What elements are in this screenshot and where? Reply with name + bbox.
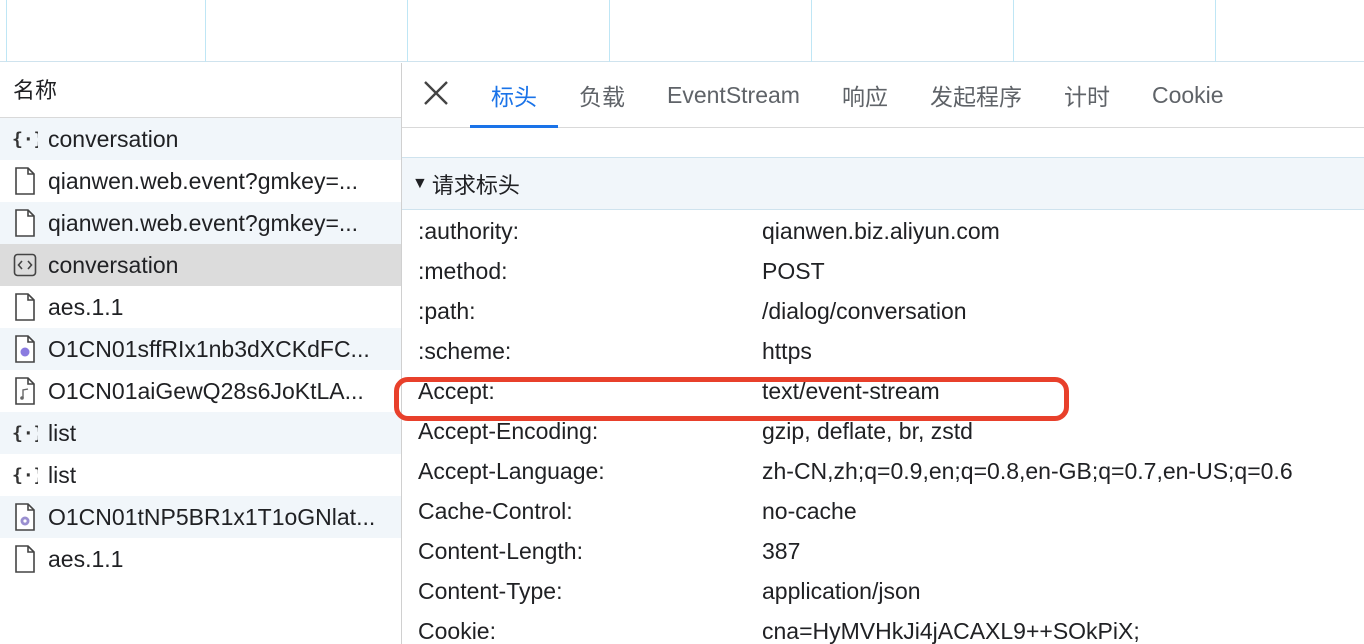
request-name: O1CN01tNP5BR1x1T1oGNlat... [48,503,376,530]
tab-response[interactable]: 响应 [821,63,909,128]
header-row: Accept-Language: zh-CN,zh;q=0.9,en;q=0.8… [402,451,1364,491]
header-value[interactable]: text/event-stream [762,378,940,405]
timeline-gridline [811,0,812,62]
header-name[interactable]: :scheme: [418,338,511,365]
header-name[interactable]: :authority: [418,218,519,245]
request-row[interactable]: {·} list [0,454,401,496]
header-name[interactable]: :method: [418,258,508,285]
header-row: Cookie: cna=HyMVHkJi4jACAXL9++SOkPiX; [402,611,1364,644]
header-value[interactable]: qianwen.biz.aliyun.com [762,218,1000,245]
header-row: Content-Type: application/json [402,571,1364,611]
header-value[interactable]: gzip, deflate, br, zstd [762,418,973,445]
timeline-gridline [609,0,610,62]
timeline-gridline [1215,0,1216,62]
header-name[interactable]: Accept-Language: [418,458,605,485]
header-value[interactable]: no-cache [762,498,857,525]
request-row[interactable]: O1CN01tNP5BR1x1T1oGNlat... [0,496,401,538]
request-details-panel: 标头 负载 EventStream 响应 发起程序 计时 Cookie ▼ 请求… [402,63,1364,644]
fetch-braces-icon: {·} [12,125,38,153]
header-row: :method: POST [402,251,1364,291]
request-name: list [48,419,77,446]
header-row: Content-Length: 387 [402,531,1364,571]
tab-headers[interactable]: 标头 [470,63,558,128]
request-name: conversation [48,125,179,152]
request-row[interactable]: aes.1.1 [0,286,401,328]
request-list-panel: 名称 {·} conversation qianwen.web.event?gm… [0,63,402,644]
header-value[interactable]: https [762,338,812,365]
timeline-gridline [407,0,408,62]
header-value[interactable]: zh-CN,zh;q=0.9,en;q=0.8,en-GB;q=0.7,en-U… [762,458,1293,485]
document-icon [12,545,38,573]
waterfall-timeline [0,0,1364,62]
svg-text:{·}: {·} [12,423,38,444]
header-value[interactable]: cna=HyMVHkJi4jACAXL9++SOkPiX; [762,618,1140,644]
tab-cookies[interactable]: Cookie [1131,63,1245,128]
audio-file-icon [12,377,38,405]
request-row[interactable]: qianwen.web.event?gmkey=... [0,160,401,202]
close-details-button[interactable] [402,63,470,128]
header-row-accept: Accept: text/event-stream [402,371,1364,411]
header-name[interactable]: Accept: [418,378,495,405]
request-row[interactable]: qianwen.web.event?gmkey=... [0,202,401,244]
image-file-icon [12,335,38,363]
header-value[interactable]: application/json [762,578,921,605]
disclosure-triangle-icon: ▼ [412,174,428,192]
code-tag-icon [12,251,38,279]
request-headers-section-toggle[interactable]: ▼ 请求标头 [402,158,1364,210]
header-value[interactable]: POST [762,258,825,285]
tab-timing[interactable]: 计时 [1043,63,1131,128]
header-row: :scheme: https [402,331,1364,371]
header-name[interactable]: Accept-Encoding: [418,418,598,445]
tab-initiator[interactable]: 发起程序 [909,63,1043,128]
request-row[interactable]: O1CN01aiGewQ28s6JoKtLA... [0,370,401,412]
name-column-header[interactable]: 名称 [0,63,401,118]
section-title: 请求标头 [431,172,520,198]
tab-eventstream[interactable]: EventStream [646,63,821,128]
request-name: conversation [48,251,179,278]
request-name: qianwen.web.event?gmkey=... [48,209,359,236]
timeline-gridline [1013,0,1014,62]
header-name[interactable]: Content-Length: [418,538,583,565]
request-row[interactable]: {·} conversation [0,118,401,160]
tab-payload[interactable]: 负载 [558,63,646,128]
header-name[interactable]: :path: [418,298,476,325]
header-name[interactable]: Content-Type: [418,578,562,605]
request-row-selected[interactable]: conversation [0,244,401,286]
header-name[interactable]: Cache-Control: [418,498,573,525]
media-file-icon [12,503,38,531]
request-name: aes.1.1 [48,293,124,320]
details-tabbar: 标头 负载 EventStream 响应 发起程序 计时 Cookie [402,63,1364,128]
header-name[interactable]: Cookie: [418,618,496,644]
request-name: O1CN01aiGewQ28s6JoKtLA... [48,377,364,404]
request-headers-list: :authority: qianwen.biz.aliyun.com :meth… [402,210,1364,644]
document-icon [12,167,38,195]
request-name: qianwen.web.event?gmkey=... [48,167,359,194]
document-icon [12,209,38,237]
svg-text:{·}: {·} [12,465,38,486]
request-name: O1CN01sffRIx1nb3dXCKdFC... [48,335,370,362]
header-row: :path: /dialog/conversation [402,291,1364,331]
request-name: aes.1.1 [48,545,124,572]
header-row: Cache-Control: no-cache [402,491,1364,531]
header-row: :authority: qianwen.biz.aliyun.com [402,211,1364,251]
header-row: Accept-Encoding: gzip, deflate, br, zstd [402,411,1364,451]
header-value[interactable]: /dialog/conversation [762,298,967,325]
close-icon [423,80,449,111]
previous-section-remnant [402,128,1364,158]
timeline-gridline [205,0,206,62]
timeline-gridline [6,0,7,62]
document-icon [12,293,38,321]
request-row[interactable]: O1CN01sffRIx1nb3dXCKdFC... [0,328,401,370]
request-row[interactable]: {·} list [0,412,401,454]
request-name: list [48,461,77,488]
fetch-braces-icon: {·} [12,419,38,447]
header-value[interactable]: 387 [762,538,800,565]
request-row[interactable]: aes.1.1 [0,538,401,580]
fetch-braces-icon: {·} [12,461,38,489]
svg-text:{·}: {·} [12,129,38,150]
